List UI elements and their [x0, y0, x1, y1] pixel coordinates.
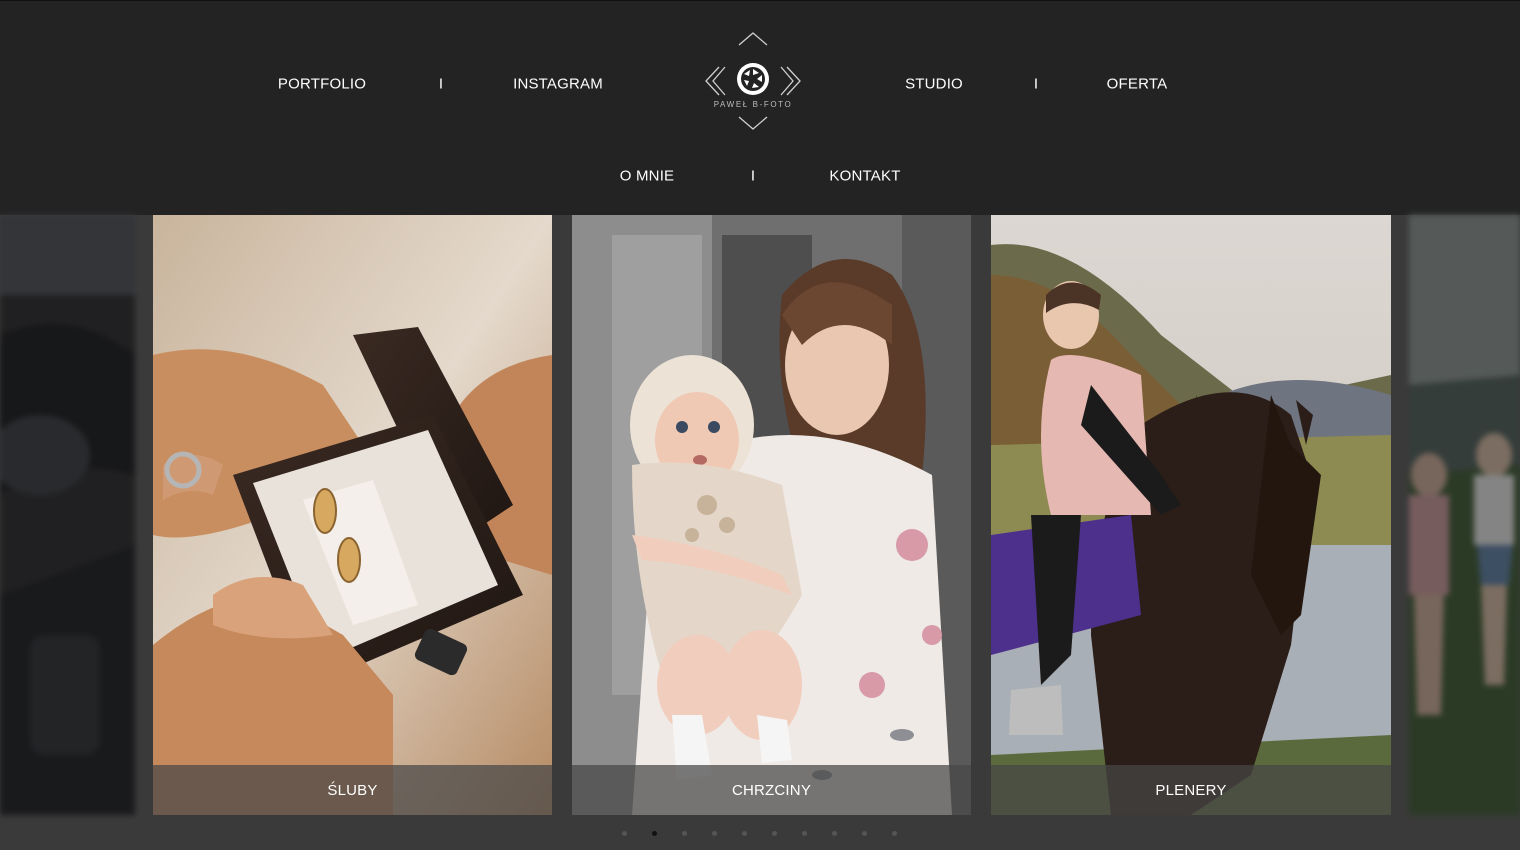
site-header: PORTFOLIO I INSTAGRAM PAWEŁ B-FOTO STUDI…: [0, 0, 1520, 216]
carousel-dot[interactable]: [712, 831, 717, 836]
nav-separator: I: [750, 167, 756, 185]
nav-o-mnie[interactable]: O MNIE: [620, 168, 675, 185]
carousel-slide-next[interactable]: [1409, 215, 1520, 815]
nav-portfolio[interactable]: PORTFOLIO: [278, 76, 366, 93]
nav-studio[interactable]: STUDIO: [905, 76, 963, 93]
mother-with-baby-photo: [572, 215, 971, 815]
nav-separator: I: [1033, 75, 1039, 93]
carousel-dot[interactable]: [802, 831, 807, 836]
carousel-dot[interactable]: [742, 831, 747, 836]
logo-text: PAWEŁ B-FOTO: [713, 100, 793, 109]
girl-on-horse-photo: [991, 215, 1391, 815]
carousel-slide-plenery[interactable]: PLENERY: [991, 215, 1391, 815]
carousel-pagination: [0, 828, 1520, 840]
carousel-dot[interactable]: [622, 831, 627, 836]
carousel-dot[interactable]: [682, 831, 687, 836]
car-interior-photo: [0, 215, 135, 815]
carousel-dot[interactable]: [892, 831, 897, 836]
nav-kontakt[interactable]: KONTAKT: [829, 168, 900, 185]
carousel-dot[interactable]: [862, 831, 867, 836]
slide-caption: ŚLUBY: [153, 765, 552, 815]
logo[interactable]: PAWEŁ B-FOTO: [703, 31, 803, 131]
nav-separator: I: [438, 75, 444, 93]
camera-aperture-icon: [705, 32, 801, 130]
nav-instagram[interactable]: INSTAGRAM: [513, 76, 603, 93]
slide-caption: CHRZCINY: [572, 765, 971, 815]
nav-oferta[interactable]: OFERTA: [1107, 76, 1168, 93]
carousel-slide-previous[interactable]: [0, 215, 135, 815]
portfolio-carousel: ŚLUBY CHRZCINY PLENERY: [0, 215, 1520, 850]
carousel-slide-chrzciny[interactable]: CHRZCINY: [572, 215, 971, 815]
carousel-slide-sluby[interactable]: ŚLUBY: [153, 215, 552, 815]
page: PORTFOLIO I INSTAGRAM PAWEŁ B-FOTO STUDI…: [0, 0, 1520, 850]
carousel-dot[interactable]: [652, 831, 657, 836]
carousel-dot[interactable]: [832, 831, 837, 836]
carousel-dot[interactable]: [772, 831, 777, 836]
wedding-rings-photo: [153, 215, 552, 815]
outdoor-friends-photo: [1409, 215, 1520, 815]
slide-caption: PLENERY: [991, 765, 1391, 815]
